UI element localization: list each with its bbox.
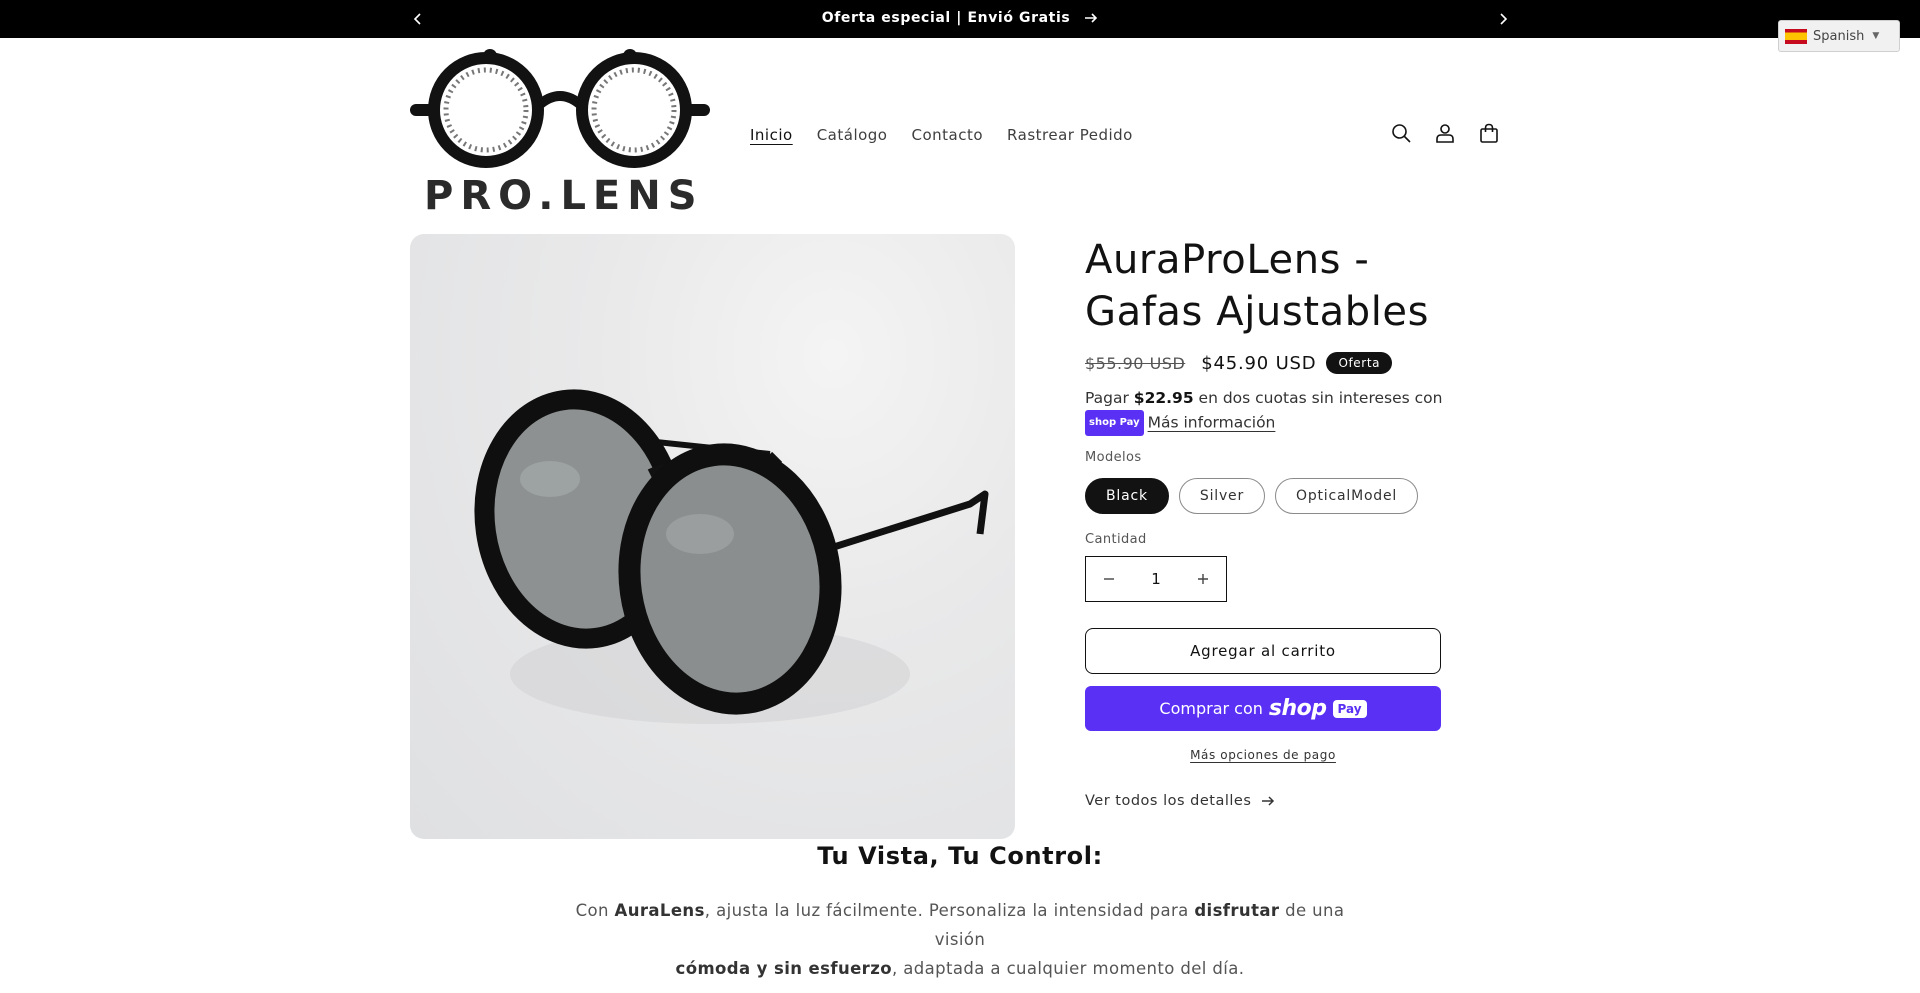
- sunglasses-image: [474, 389, 989, 724]
- desc-bold-1: AuraLens: [614, 901, 705, 920]
- search-icon: [1392, 124, 1411, 143]
- brand-logo[interactable]: PRO.LENS: [410, 48, 710, 222]
- variant-option-black[interactable]: Black: [1085, 478, 1169, 514]
- announcement-text: Oferta especial | Envió Gratis: [821, 10, 1071, 26]
- variant-option-opticalmodel[interactable]: OpticalModel: [1275, 478, 1419, 514]
- variant-option-silver[interactable]: Silver: [1178, 478, 1266, 514]
- sale-price: $45.90 USD: [1201, 352, 1317, 374]
- variant-label: Modelos: [1085, 450, 1142, 465]
- quantity-increase-button[interactable]: [1180, 557, 1226, 601]
- nav-item-contacto[interactable]: Contacto: [912, 126, 984, 144]
- arrow-right-icon: [1085, 13, 1098, 23]
- add-to-cart-button[interactable]: Agregar al carrito: [1085, 628, 1441, 674]
- desc-bold-3: cómoda y sin esfuerzo: [675, 959, 892, 978]
- account-button[interactable]: [1434, 122, 1456, 144]
- nav-item-inicio[interactable]: Inicio: [750, 126, 793, 144]
- product-image[interactable]: [410, 234, 1015, 839]
- shoppay-logo-icon: shop Pay: [1085, 410, 1144, 436]
- chevron-right-icon: [1500, 13, 1508, 25]
- language-selected: Spanish: [1813, 28, 1865, 44]
- shop-wordmark: shop: [1268, 696, 1327, 721]
- buy-with-shoppay-button[interactable]: Comprar con shop Pay: [1085, 686, 1441, 731]
- product-title: AuraProLens - Gafas Ajustables: [1085, 237, 1430, 335]
- main-nav: Inicio Catálogo Contacto Rastrear Pedido: [750, 126, 1133, 144]
- installments-suffix: en dos cuotas sin intereses con: [1193, 389, 1443, 407]
- search-button[interactable]: [1390, 122, 1412, 144]
- nav-item-catalogo[interactable]: Catálogo: [817, 126, 888, 144]
- cart-icon: [1480, 123, 1498, 143]
- variant-picker: Black Silver OpticalModel: [1085, 478, 1419, 514]
- plus-icon: [1198, 574, 1208, 584]
- more-payment-options-link[interactable]: Más opciones de pago: [1085, 748, 1441, 762]
- installments-amount: $22.95: [1133, 389, 1194, 407]
- desc-bold-2: disfrutar: [1194, 901, 1280, 920]
- minus-icon: [1104, 578, 1114, 580]
- language-selector[interactable]: Spanish ▼: [1778, 20, 1900, 52]
- nav-item-rastrear-pedido[interactable]: Rastrear Pedido: [1007, 126, 1133, 144]
- compare-price: $55.90 USD: [1085, 353, 1186, 373]
- announcement-next-button[interactable]: [1492, 8, 1514, 30]
- price-row: $55.90 USD $45.90 USD Oferta: [1085, 352, 1393, 374]
- more-info-link[interactable]: Más información: [1148, 414, 1276, 432]
- section-heading: Tu Vista, Tu Control:: [817, 842, 1103, 870]
- desc-text-2: , ajusta la luz fácilmente. Personaliza …: [704, 901, 1195, 920]
- installments-prefix: Pagar: [1085, 389, 1134, 407]
- section-description: Con AuraLens, ajusta la luz fácilmente. …: [560, 896, 1360, 983]
- view-details-link[interactable]: Ver todos los detalles: [1085, 793, 1275, 809]
- buy-with-label: Comprar con: [1159, 699, 1263, 718]
- pay-badge: Pay: [1332, 699, 1367, 718]
- brand-wordmark: PRO.LENS: [424, 173, 704, 219]
- desc-text-1: Con: [575, 901, 615, 920]
- header-icons: [1390, 122, 1500, 144]
- sale-badge: Oferta: [1326, 352, 1393, 374]
- announcement-bar: Oferta especial | Envió Gratis: [0, 0, 1920, 38]
- quantity-input[interactable]: [1132, 557, 1180, 601]
- quantity-stepper: [1085, 556, 1227, 602]
- installments-info: Pagar $22.95 en dos cuotas sin intereses…: [1085, 386, 1505, 436]
- cart-button[interactable]: [1478, 122, 1500, 144]
- spain-flag-icon: [1785, 28, 1807, 44]
- chevron-down-icon: ▼: [1872, 31, 1880, 41]
- quantity-decrease-button[interactable]: [1086, 557, 1132, 601]
- announcement-link[interactable]: Oferta especial | Envió Gratis: [822, 10, 1099, 26]
- quantity-label: Cantidad: [1085, 532, 1147, 547]
- desc-text-4: , adaptada a cualquier momento del día.: [891, 959, 1245, 978]
- account-icon: [1436, 124, 1454, 143]
- view-details-label: Ver todos los detalles: [1085, 793, 1252, 809]
- arrow-right-icon: [1262, 796, 1275, 806]
- announcement-message: Oferta especial | Envió Gratis: [0, 10, 1920, 26]
